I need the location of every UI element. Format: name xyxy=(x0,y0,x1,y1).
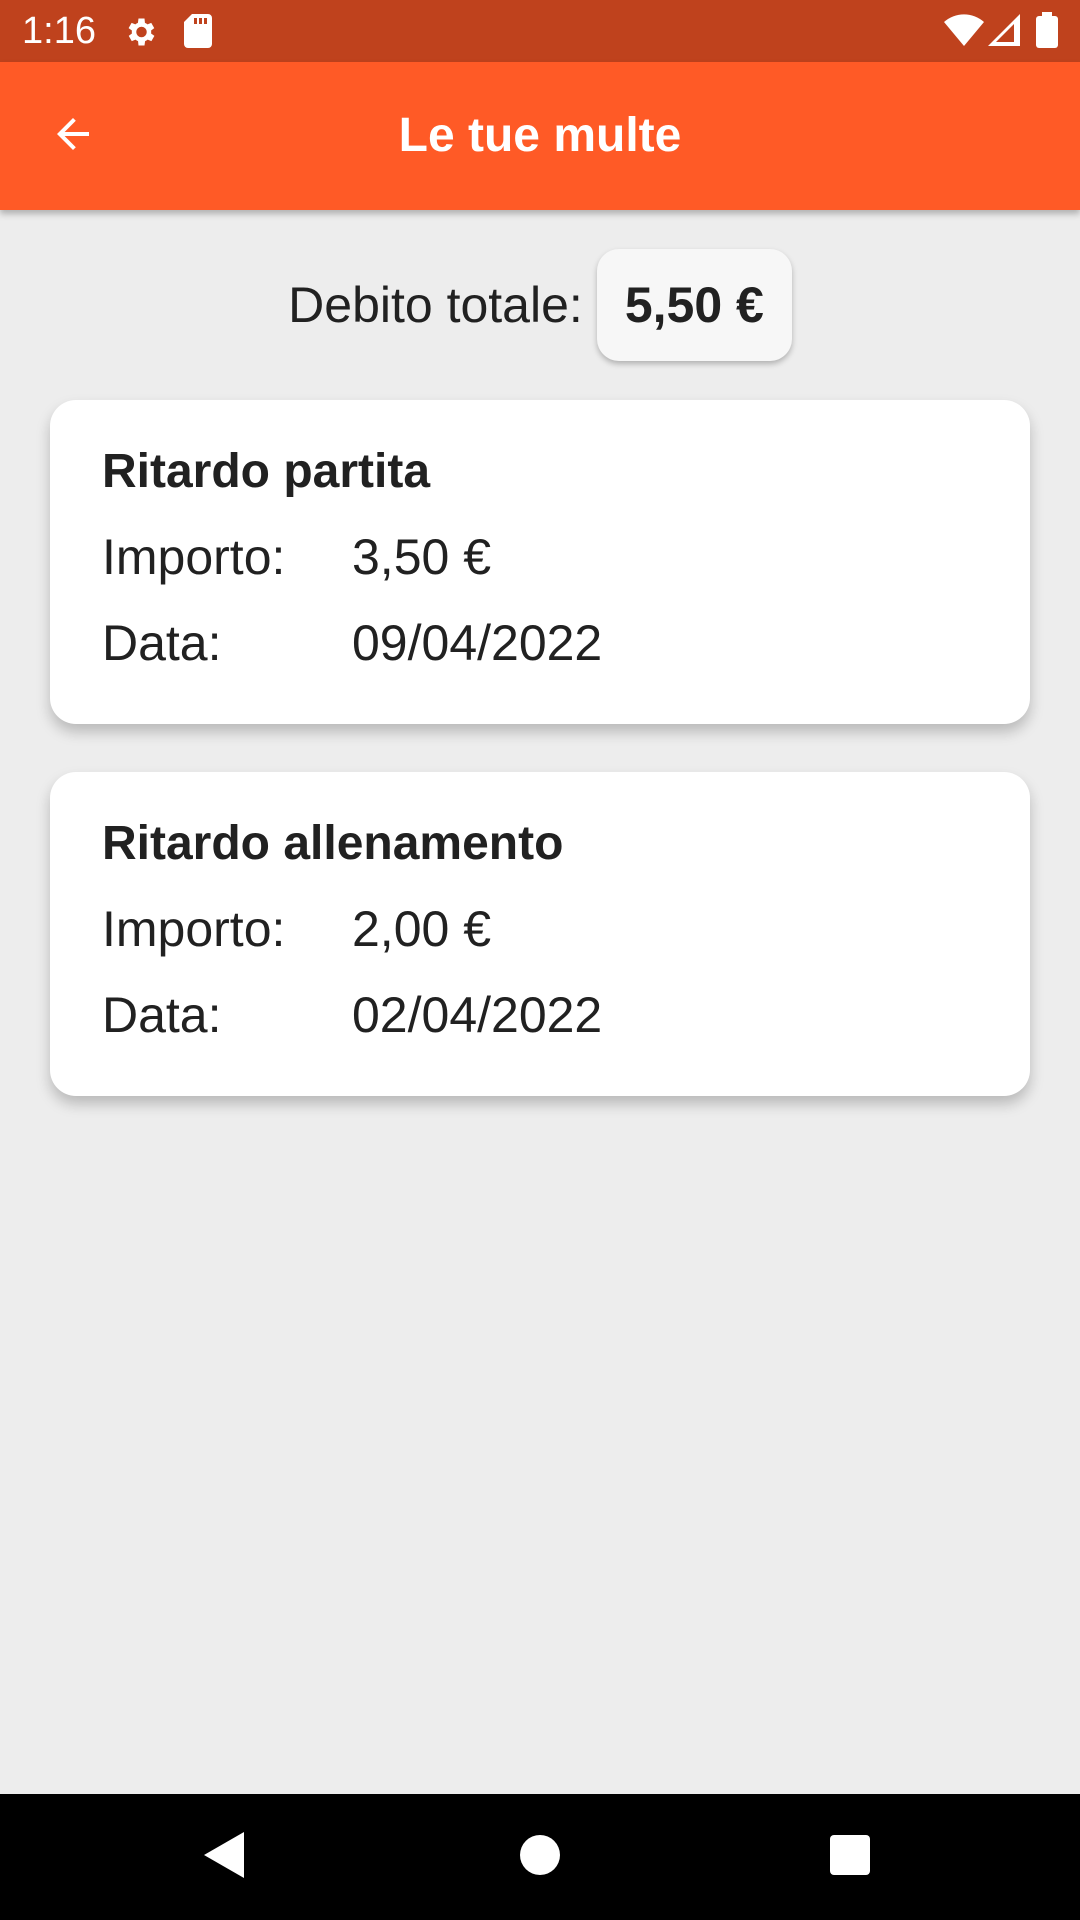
navigation-bar xyxy=(0,1794,1080,1920)
total-debt-value: 5,50 € xyxy=(596,249,792,361)
nav-recents-button[interactable] xyxy=(810,1822,890,1892)
page-title: Le tue multe xyxy=(398,109,682,162)
fine-amount-label: Importo: xyxy=(102,901,286,957)
wifi-icon xyxy=(944,14,984,51)
total-debt-label: Debito totale: xyxy=(288,277,583,333)
app-bar: Le tue multe xyxy=(0,62,1080,210)
fine-date-label: Data: xyxy=(102,615,222,671)
total-debt-row: Debito totale: 5,50 € xyxy=(0,248,1080,362)
fine-title: Ritardo partita xyxy=(102,445,431,498)
back-triangle-icon xyxy=(204,1831,244,1883)
home-circle-icon xyxy=(520,1834,560,1880)
fine-amount: 3,50 € xyxy=(352,529,492,585)
nav-home-button[interactable] xyxy=(500,1822,580,1892)
status-bar: 1:16 xyxy=(0,0,1080,62)
fine-card: Ritardo partita Importo: 3,50 € Data: 09… xyxy=(50,400,1030,724)
fine-amount: 2,00 € xyxy=(352,901,492,957)
fine-amount-label: Importo: xyxy=(102,529,286,585)
fine-date-label: Data: xyxy=(102,987,222,1043)
fine-date: 09/04/2022 xyxy=(352,615,603,671)
sd-card-icon xyxy=(184,14,212,53)
fine-title: Ritardo allenamento xyxy=(102,817,564,870)
fine-date: 02/04/2022 xyxy=(352,987,603,1043)
settings-icon xyxy=(122,14,158,55)
battery-icon xyxy=(1036,12,1058,53)
status-time: 1:16 xyxy=(22,10,96,52)
fine-card: Ritardo allenamento Importo: 2,00 € Data… xyxy=(50,772,1030,1096)
nav-back-button[interactable] xyxy=(184,1822,264,1892)
signal-icon xyxy=(988,14,1020,51)
recents-square-icon xyxy=(830,1834,870,1880)
